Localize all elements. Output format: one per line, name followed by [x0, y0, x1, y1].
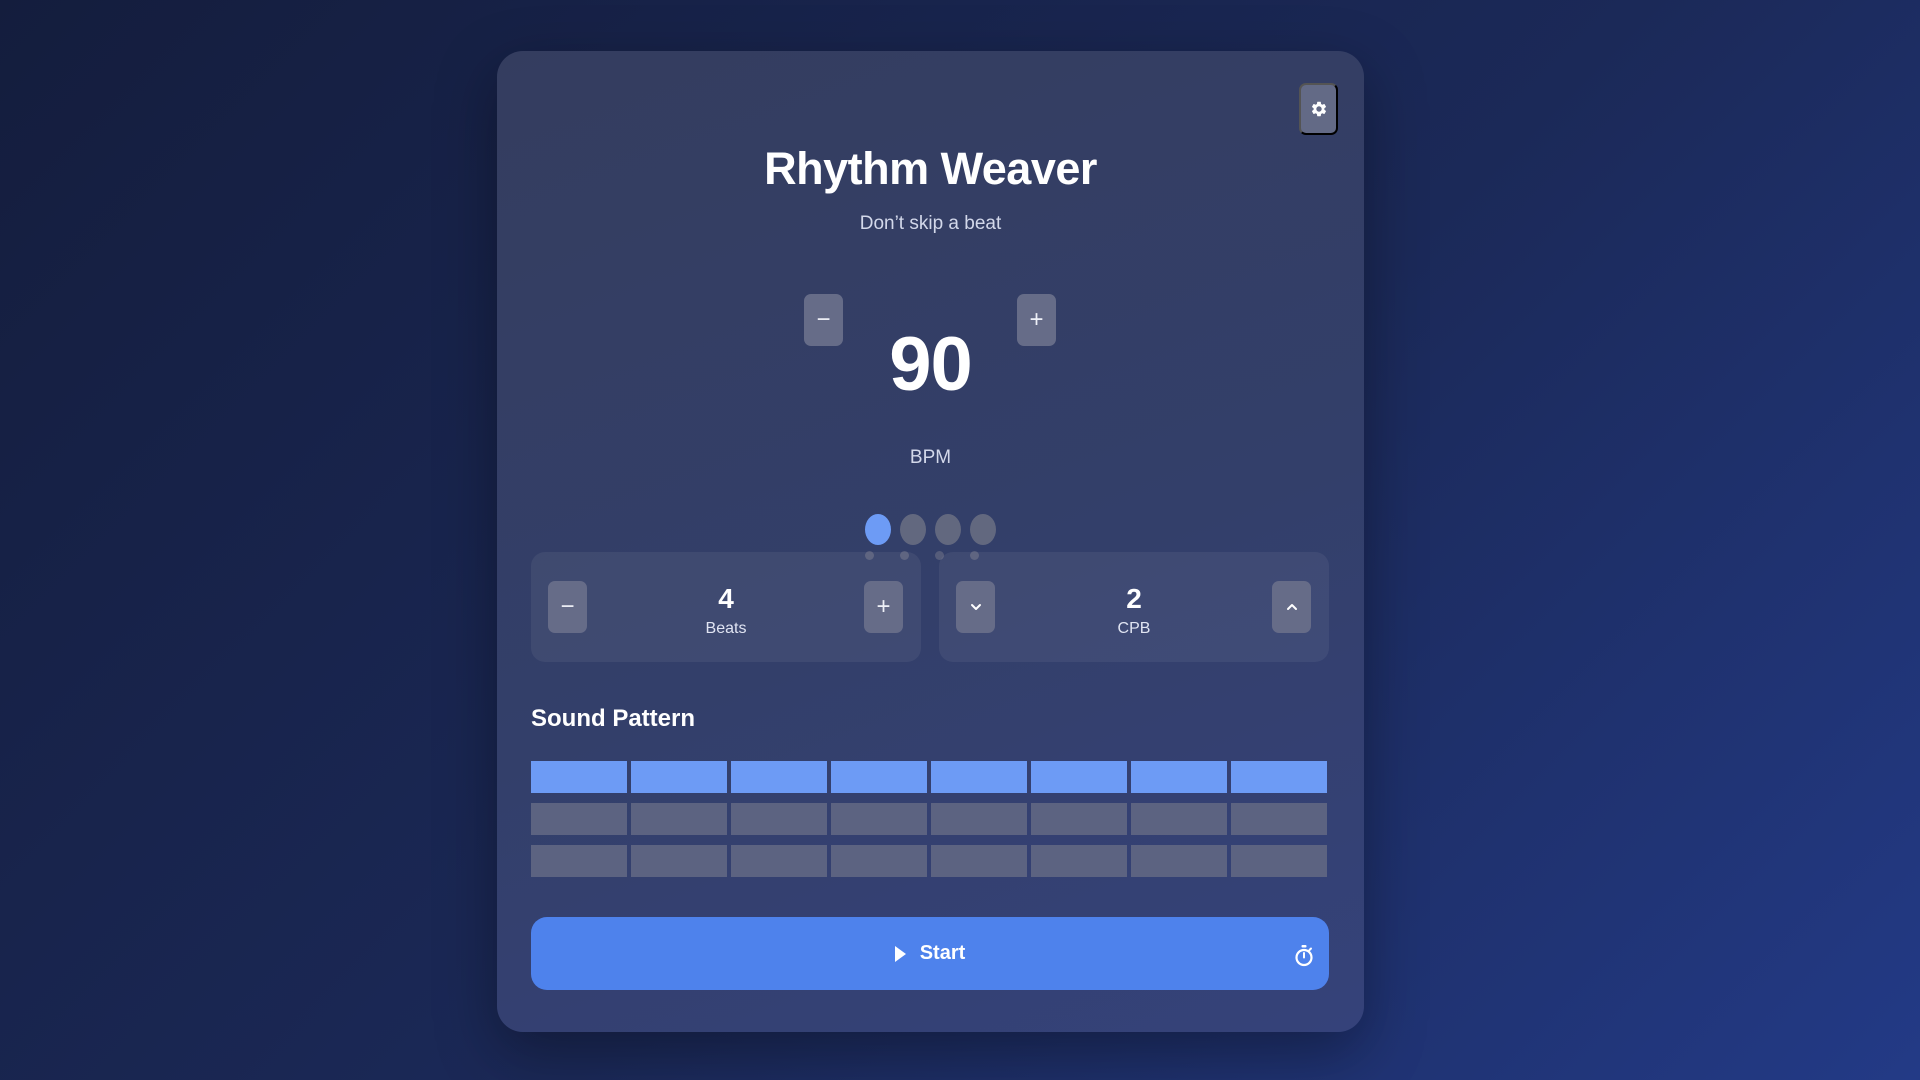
- pattern-cell[interactable]: [531, 803, 627, 835]
- sound-pattern-title: Sound Pattern: [531, 705, 696, 732]
- bpm-increase-button[interactable]: +: [1017, 294, 1056, 346]
- pattern-cell[interactable]: [1131, 845, 1227, 877]
- pattern-cell[interactable]: [731, 845, 827, 877]
- pattern-cell[interactable]: [1131, 761, 1227, 793]
- pattern-cell[interactable]: [731, 761, 827, 793]
- pattern-cell[interactable]: [1031, 845, 1127, 877]
- pattern-cell[interactable]: [831, 761, 927, 793]
- pattern-cell[interactable]: [1231, 845, 1327, 877]
- pattern-cell[interactable]: [631, 761, 727, 793]
- start-button[interactable]: Start: [531, 917, 1329, 990]
- beats-control: − 4 Beats +: [531, 552, 921, 662]
- pattern-cell[interactable]: [631, 845, 727, 877]
- pattern-cell[interactable]: [931, 845, 1027, 877]
- pattern-cell[interactable]: [1031, 761, 1127, 793]
- pattern-cell[interactable]: [831, 845, 927, 877]
- cpb-value: 2: [1126, 583, 1142, 614]
- plus-icon: +: [1029, 306, 1044, 333]
- plus-icon: +: [876, 593, 891, 620]
- bpm-label: BPM: [909, 447, 952, 468]
- beat-dot: [865, 514, 891, 545]
- beats-increase-button[interactable]: +: [864, 581, 903, 633]
- pattern-cell[interactable]: [1131, 803, 1227, 835]
- pattern-cell[interactable]: [931, 761, 1027, 793]
- cpb-label: CPB: [1117, 620, 1151, 637]
- pattern-cell[interactable]: [531, 845, 627, 877]
- beat-dot: [900, 514, 926, 545]
- metronome-card: Rhythm Weaver Don’t skip a beat − 90 + B…: [497, 51, 1364, 1032]
- pattern-cell[interactable]: [1031, 803, 1127, 835]
- pattern-row: [531, 845, 1329, 877]
- app-title: Rhythm Weaver: [764, 143, 1097, 194]
- beats-label: Beats: [705, 620, 747, 637]
- chevron-up-icon: [1286, 604, 1297, 610]
- stopwatch-icon[interactable]: [1295, 945, 1313, 967]
- cpb-control: 2 CPB: [939, 552, 1329, 662]
- pattern-row: [531, 803, 1329, 835]
- pattern-cell[interactable]: [931, 803, 1027, 835]
- pattern-cell[interactable]: [1231, 803, 1327, 835]
- beat-dot: [970, 514, 996, 545]
- beats-value: 4: [718, 583, 734, 614]
- settings-button[interactable]: [1299, 83, 1338, 135]
- gear-icon: [1311, 101, 1326, 117]
- pattern-cell[interactable]: [1231, 761, 1327, 793]
- pattern-cell[interactable]: [631, 803, 727, 835]
- app-subtitle: Don’t skip a beat: [859, 213, 1002, 234]
- start-button-label: Start: [919, 942, 966, 964]
- pattern-cell[interactable]: [531, 761, 627, 793]
- cpb-increase-button[interactable]: [1272, 581, 1311, 633]
- play-icon: [894, 945, 906, 962]
- bpm-value: 90: [889, 322, 973, 407]
- pattern-row: [531, 761, 1329, 793]
- pattern-cell[interactable]: [831, 803, 927, 835]
- sound-pattern-grid: [531, 761, 1329, 887]
- pattern-cell[interactable]: [731, 803, 827, 835]
- beat-dot: [935, 514, 961, 545]
